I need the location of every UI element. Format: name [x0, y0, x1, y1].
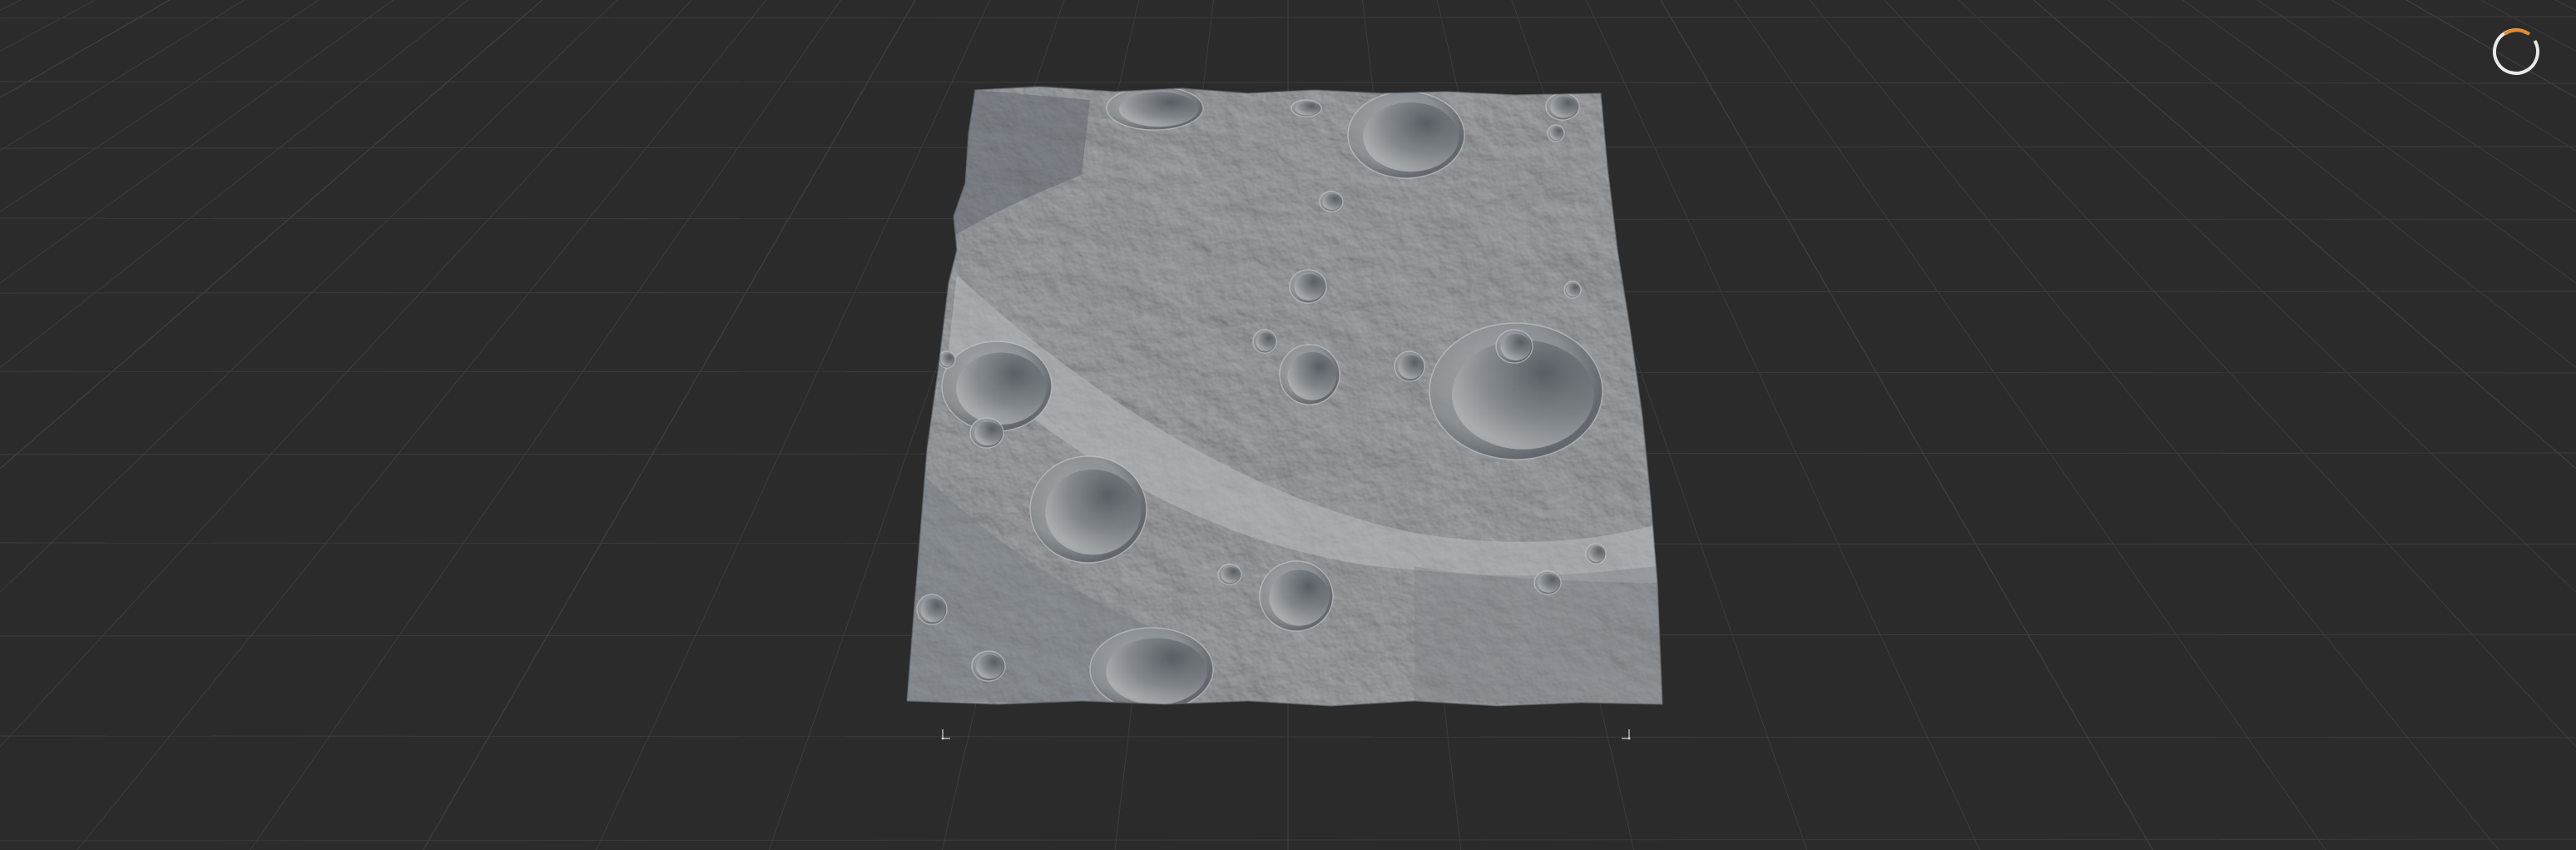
grid-line [0, 0, 397, 850]
crater-bowl [940, 353, 955, 367]
crater-bowl [920, 598, 946, 623]
crater-bowl [1294, 274, 1325, 301]
crater-bowl [1106, 638, 1207, 705]
grid-line [2554, 0, 2576, 12]
grid-line [2107, 0, 2576, 368]
crater-bowl [1269, 569, 1330, 626]
crater-bowl [976, 654, 1003, 679]
crater-bowl [1045, 470, 1141, 555]
axis-end-icon [1622, 729, 1631, 740]
grid-line [250, 0, 841, 850]
crater-bowl [1398, 355, 1424, 380]
axis-origin-icon [941, 729, 950, 740]
terrain-mesh[interactable] [899, 83, 1672, 716]
grid-line [0, 0, 469, 368]
crater-bowl [974, 421, 1002, 446]
grid-line [0, 0, 394, 284]
crater-bowl [1500, 334, 1531, 360]
grid-line [0, 0, 1, 850]
grid-line [0, 0, 544, 470]
grid-line [2182, 0, 2576, 284]
grid-line [1809, 0, 2499, 850]
grid-line [0, 0, 51, 850]
crater-bowl [1295, 102, 1320, 116]
crater-bowl [1566, 283, 1581, 297]
grid-line [0, 0, 171, 99]
grid-line [2278, 0, 2576, 850]
viewport-scene[interactable] [0, 0, 2576, 850]
grid-line [2405, 0, 2576, 99]
grid-line [2179, 0, 2576, 850]
crater-bowl [1322, 194, 1342, 211]
crater-bowl [1221, 567, 1241, 584]
crater-bowl [1538, 574, 1560, 593]
grid-line [0, 0, 22, 12]
crater-bowl [1256, 332, 1276, 351]
grid-line [2377, 0, 2576, 850]
grid-line [0, 0, 298, 850]
orbit-ring-icon[interactable] [2489, 25, 2543, 78]
crater-bowl [1588, 546, 1605, 563]
crater-bowl [1119, 92, 1199, 127]
crater-bowl [1549, 127, 1564, 141]
grid-line [0, 0, 320, 212]
grid-line [1884, 0, 2576, 748]
grid-line [2526, 0, 2576, 850]
grid-line [1735, 0, 2326, 850]
grid-line [2256, 0, 2576, 212]
3d-viewport[interactable] [0, 0, 2576, 850]
crater-bowl [1550, 97, 1578, 118]
grid-line [0, 0, 692, 748]
grid-line [77, 0, 767, 850]
crater-bowl [1363, 102, 1459, 172]
crater-bowl [956, 352, 1047, 425]
grid-line [2032, 0, 2576, 470]
crater-bowl [1287, 352, 1337, 400]
grid-line [0, 0, 199, 850]
